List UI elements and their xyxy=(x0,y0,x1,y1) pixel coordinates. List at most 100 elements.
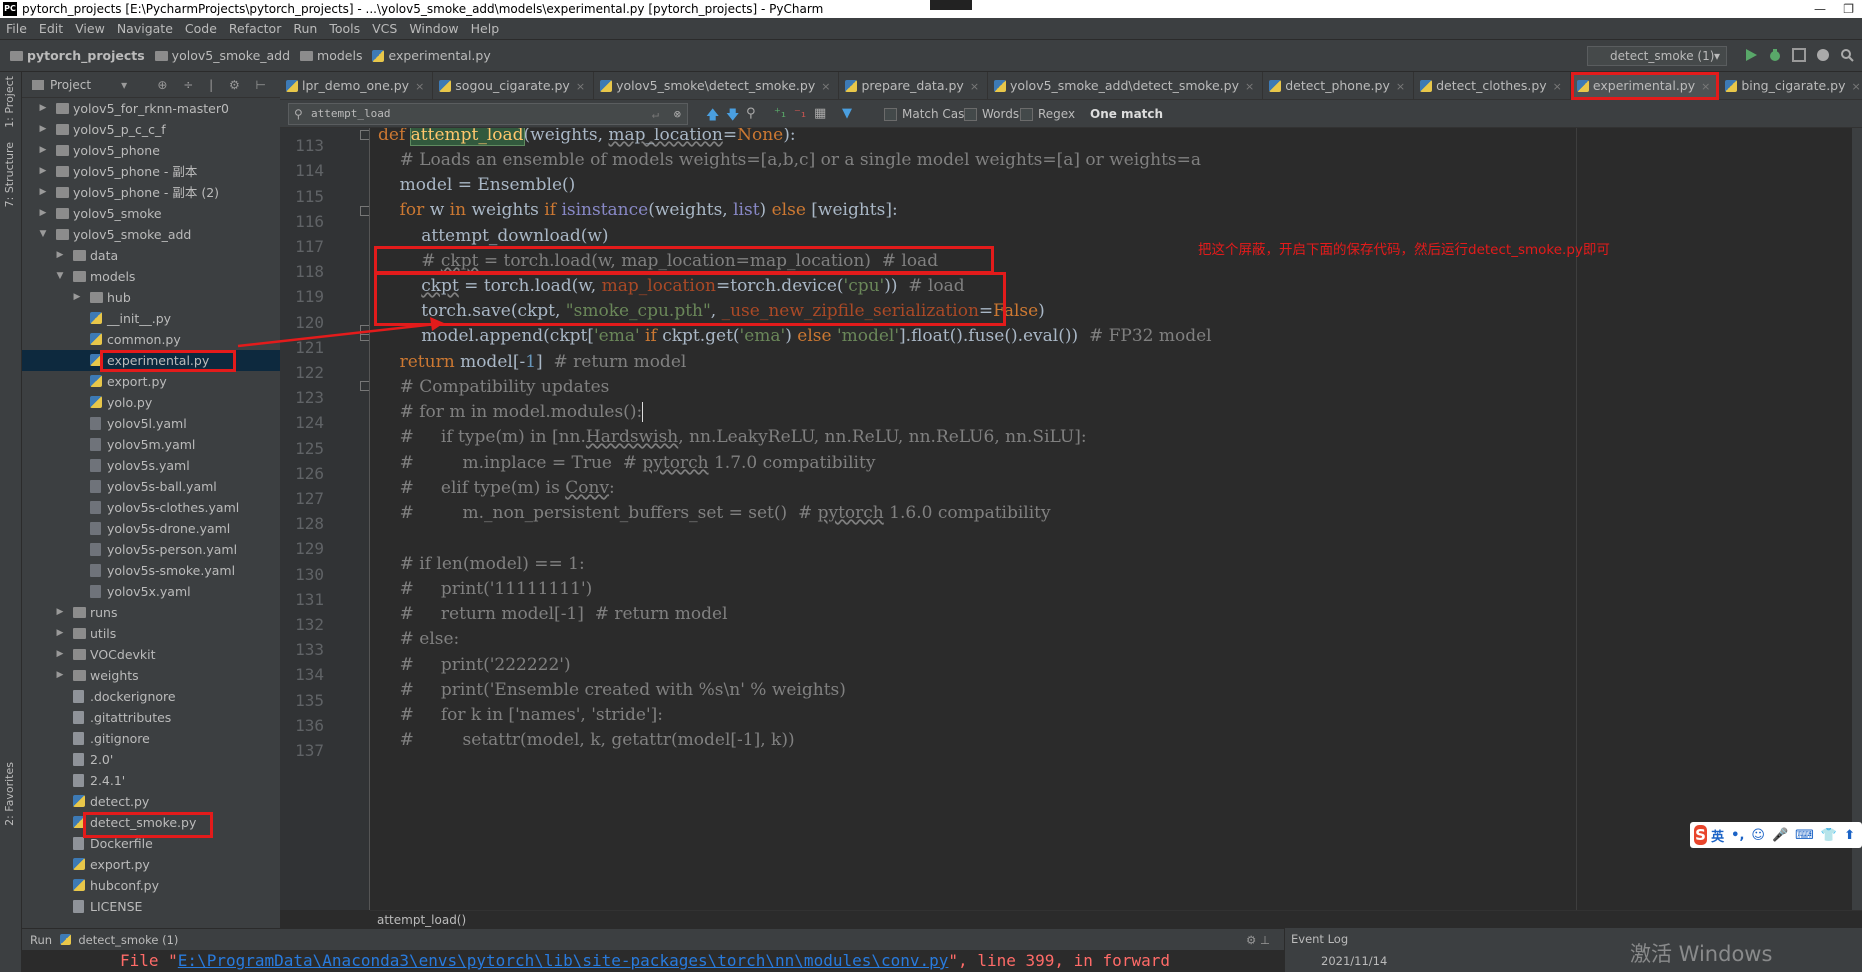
editor-tab[interactable]: detect_clothes.py × xyxy=(1414,72,1571,100)
tree-item[interactable]: yolov5s-person.yaml xyxy=(22,539,280,560)
console-output[interactable]: File "E:\ProgramData\Anaconda3\envs\pyto… xyxy=(22,950,1284,972)
close-icon[interactable]: × xyxy=(576,80,585,93)
code-line[interactable]: for w in weights if isinstance(weights, … xyxy=(378,198,898,223)
ime-toolbar[interactable]: S 英 •, ☺ 🎤 ⌨ 👕 ⬆ xyxy=(1690,822,1862,848)
menu-code[interactable]: Code xyxy=(185,21,217,36)
tree-item[interactable]: yolo.py xyxy=(22,392,280,413)
ime-button[interactable]: 👕 xyxy=(1821,828,1837,843)
chevron-down-icon[interactable]: ▾ xyxy=(121,78,127,92)
close-icon[interactable]: × xyxy=(821,80,830,93)
tree-item[interactable]: .gitattributes xyxy=(22,707,280,728)
menu-navigate[interactable]: Navigate xyxy=(117,21,173,36)
menu-tools[interactable]: Tools xyxy=(329,21,360,36)
filter-icon[interactable]: ▼ xyxy=(842,106,852,121)
ime-button[interactable]: •, xyxy=(1731,828,1744,843)
tree-item[interactable]: ▶ yolov5_phone xyxy=(22,140,280,161)
close-icon[interactable]: × xyxy=(1396,80,1405,93)
match-case-checkbox[interactable]: Match Case xyxy=(884,107,972,121)
editor-breadcrumb[interactable]: attempt_load() xyxy=(370,910,1862,928)
close-icon[interactable]: × xyxy=(1553,80,1562,93)
editor-tab[interactable]: bing_cigarate.py × xyxy=(1719,72,1862,100)
editor-tab[interactable]: yolov5_smoke\detect_smoke.py × xyxy=(594,72,840,100)
close-icon[interactable]: × xyxy=(415,80,424,93)
chevron-right-icon[interactable]: ▶ xyxy=(38,161,48,182)
ime-button[interactable]: ☺ xyxy=(1751,828,1765,843)
tree-item[interactable]: yolov5s-smoke.yaml xyxy=(22,560,280,581)
menu-window[interactable]: Window xyxy=(409,21,458,36)
code-line[interactable]: # print('11111111') xyxy=(378,577,593,602)
tree-item[interactable]: yolov5s-clothes.yaml xyxy=(22,497,280,518)
code-line[interactable]: # return model[-1] # return model xyxy=(378,602,728,627)
menu-refactor[interactable]: Refactor xyxy=(229,21,281,36)
chevron-down-icon[interactable]: ▼ xyxy=(55,266,65,287)
minimize-icon[interactable]: — xyxy=(1814,0,1826,18)
breadcrumb-project[interactable]: pytorch_projects xyxy=(10,48,145,63)
restore-icon[interactable]: ❐ xyxy=(1843,0,1854,18)
tree-item[interactable]: ▶ runs xyxy=(22,602,280,623)
tree-item[interactable]: ▶ VOCdevkit xyxy=(22,644,280,665)
menu-vcs[interactable]: VCS xyxy=(372,21,397,36)
chevron-right-icon[interactable]: ▶ xyxy=(55,644,65,665)
tree-item[interactable]: ▶ yolov5_phone - 副本 (2) xyxy=(22,182,280,203)
tree-item[interactable]: export.py xyxy=(22,854,280,875)
tool-window-favorites-tab[interactable]: 2: Favorites xyxy=(3,762,16,826)
code-line[interactable]: # m._non_persistent_buffers_set = set() … xyxy=(378,501,1051,526)
fold-marker-icon[interactable] xyxy=(360,130,369,140)
tree-item[interactable]: yolov5x.yaml xyxy=(22,581,280,602)
code-line[interactable]: # Compatibility updates xyxy=(378,375,610,400)
tree-item[interactable]: hubconf.py xyxy=(22,875,280,896)
tree-item[interactable]: ▶ yolov5_for_rknn-master0 xyxy=(22,98,280,119)
tree-item[interactable]: detect.py xyxy=(22,791,280,812)
search-everywhere-icon[interactable] xyxy=(1840,48,1854,62)
code-line[interactable]: # if type(m) in [nn.Hardswish, nn.LeakyR… xyxy=(378,425,1087,450)
select-all-icon[interactable]: ▦ xyxy=(814,106,826,121)
next-occurrence-icon[interactable]: 🡇 xyxy=(726,106,739,128)
tree-item[interactable]: ▼ models xyxy=(22,266,280,287)
close-icon[interactable]: × xyxy=(1852,80,1861,93)
menu-view[interactable]: View xyxy=(75,21,105,36)
code-line[interactable] xyxy=(378,526,383,551)
search-input[interactable]: ⚲ attempt_load ↵ ⊗ xyxy=(288,103,688,125)
words-checkbox[interactable]: Words xyxy=(964,107,1019,121)
tree-item[interactable]: yolov5s-drone.yaml xyxy=(22,518,280,539)
chevron-right-icon[interactable]: ▶ xyxy=(55,665,65,686)
code-line[interactable]: return model[-1] # return model xyxy=(378,350,687,375)
close-icon[interactable]: × xyxy=(970,80,979,93)
tree-item[interactable]: export.py xyxy=(22,371,280,392)
console-file-link[interactable]: E:\ProgramData\Anaconda3\envs\pytorch\li… xyxy=(178,951,949,970)
chevron-right-icon[interactable]: ▶ xyxy=(38,119,48,140)
line-number-gutter[interactable]: 112 113 114 115 116 117 118 119 120 121 122 123 124 1… xyxy=(280,128,370,910)
remove-selection-icon[interactable]: ⁻₁ xyxy=(794,106,806,121)
clear-icon[interactable]: ⊗ xyxy=(674,104,681,124)
menu-edit[interactable]: Edit xyxy=(39,21,63,36)
fold-marker-icon[interactable] xyxy=(360,381,369,391)
regex-checkbox[interactable]: Regex xyxy=(1020,107,1075,121)
tree-item[interactable]: LICENSE xyxy=(22,896,280,917)
editor-tab[interactable]: detect_phone.py × xyxy=(1263,72,1415,100)
chevron-right-icon[interactable]: ▶ xyxy=(55,602,65,623)
code-line[interactable]: # Loads an ensemble of models weights=[a… xyxy=(378,148,1201,173)
chevron-right-icon[interactable]: ▶ xyxy=(72,287,82,308)
profile-icon[interactable] xyxy=(1816,48,1830,62)
code-line[interactable]: # else: xyxy=(378,627,460,652)
code-line[interactable]: model = Ensemble() xyxy=(378,173,576,198)
chevron-right-icon[interactable]: ▶ xyxy=(55,623,65,644)
chevron-right-icon[interactable]: ▶ xyxy=(38,98,48,119)
editor-tab[interactable]: experimental.py × xyxy=(1570,72,1720,100)
code-line[interactable]: def attempt_load(weights, map_location=N… xyxy=(378,128,796,148)
code-line[interactable]: # elif type(m) is Conv: xyxy=(378,476,615,501)
coverage-icon[interactable] xyxy=(1792,48,1806,62)
chevron-right-icon[interactable]: ▶ xyxy=(55,245,65,266)
editor-tab[interactable]: sogou_cigarate.py × xyxy=(433,72,595,100)
tree-item[interactable]: ▶ data xyxy=(22,245,280,266)
code-line[interactable]: model.append(ckpt['ema' if ckpt.get('ema… xyxy=(378,324,1211,349)
tree-item[interactable]: yolov5l.yaml xyxy=(22,413,280,434)
ime-button[interactable]: 🎤 xyxy=(1772,828,1788,843)
collapse-tab-icon[interactable] xyxy=(930,0,972,10)
editor-tab[interactable]: lpr_demo_one.py × xyxy=(280,72,434,100)
chevron-down-icon[interactable]: ▼ xyxy=(38,224,48,245)
tree-item[interactable]: yolov5m.yaml xyxy=(22,434,280,455)
tree-item[interactable]: ▶ yolov5_smoke xyxy=(22,203,280,224)
code-line[interactable]: # print('Ensemble created with %s\n' % w… xyxy=(378,678,846,703)
breadcrumb-folder[interactable]: yolov5_smoke_add xyxy=(154,48,290,63)
